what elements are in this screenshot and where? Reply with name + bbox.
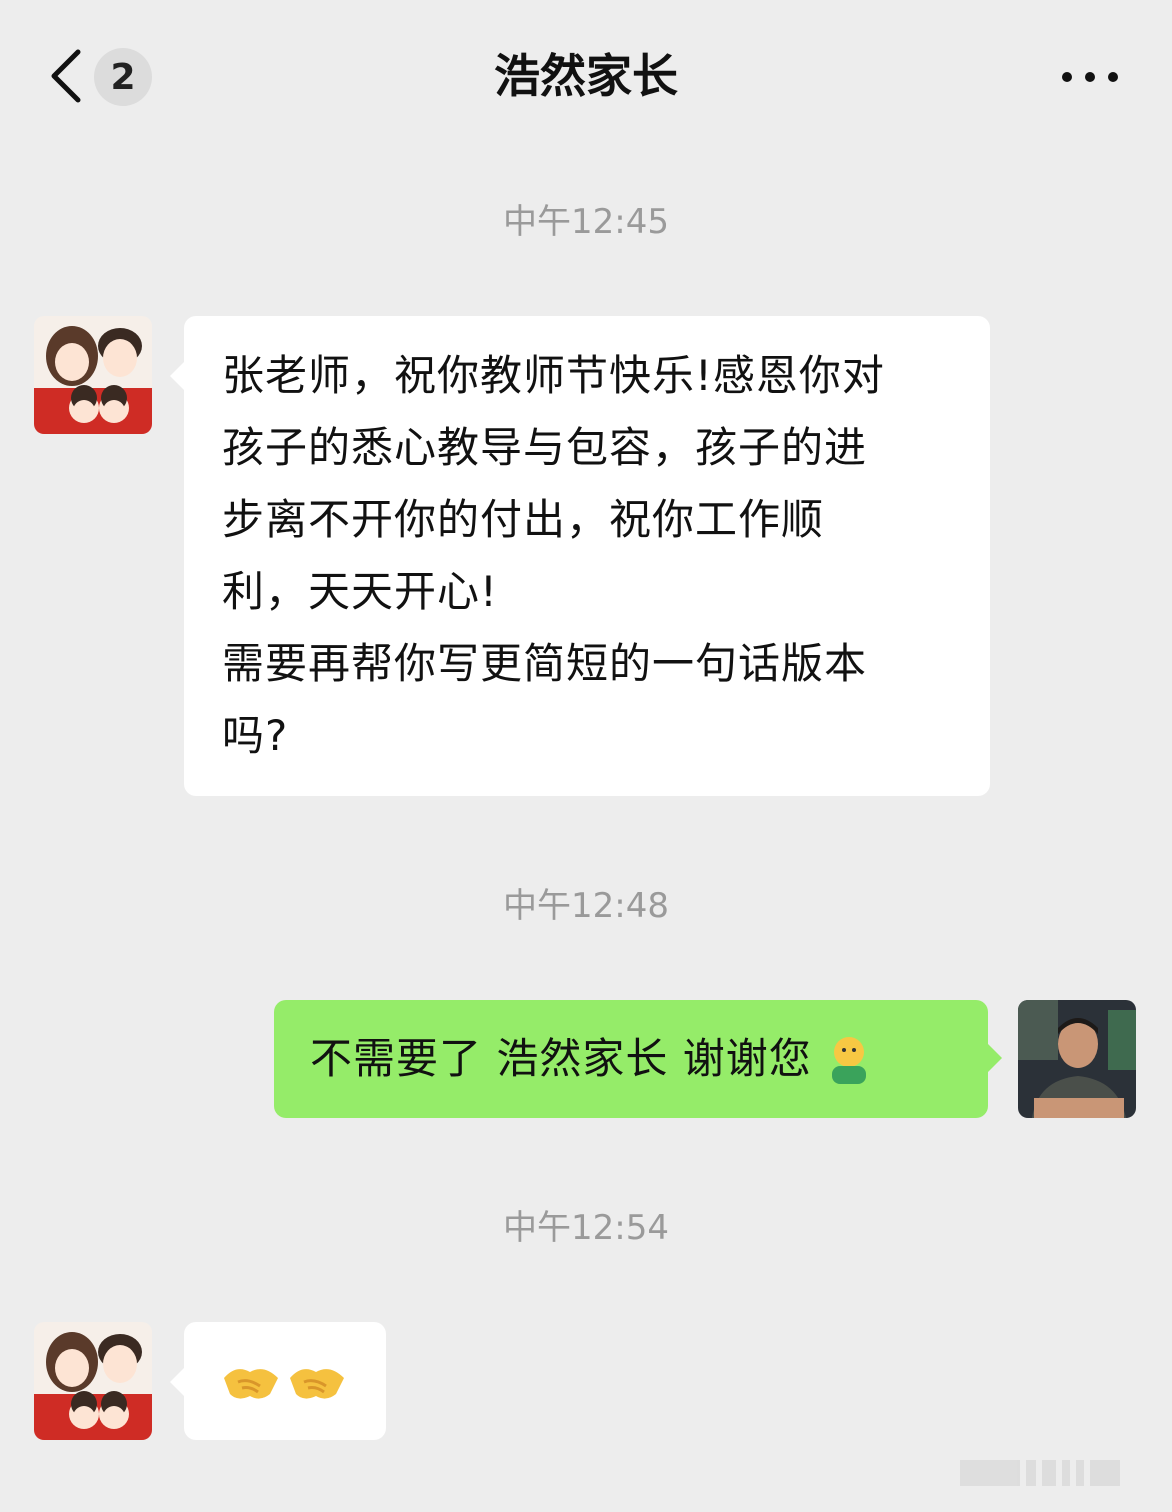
message-timestamp: 中午12:54 xyxy=(503,1208,669,1248)
bubble-tail xyxy=(170,1368,184,1396)
message-timestamp: 中午12:48 xyxy=(503,886,669,926)
more-dots-icon xyxy=(1108,72,1118,82)
handshake-emoji xyxy=(224,1369,278,1399)
bubble-tail xyxy=(170,362,184,390)
message-text: 张老师，祝你教师节快乐!感恩你对 孩子的悉心教导与包容，孩子的进 步离不开你的付… xyxy=(222,351,885,760)
incoming-message-bubble[interactable] xyxy=(170,1322,386,1440)
more-options-button[interactable] xyxy=(1052,54,1128,100)
more-dots-icon xyxy=(1062,72,1072,82)
outgoing-message-bubble[interactable]: 不需要了 浩然家长 谢谢您 xyxy=(274,1000,1002,1118)
watermark xyxy=(960,1450,1150,1496)
person-emoji xyxy=(831,1037,866,1084)
contact-avatar[interactable] xyxy=(34,1322,152,1440)
chat-header: 2 浩然家长 xyxy=(0,0,1172,150)
bubble-tail xyxy=(988,1044,1002,1072)
message-text: 不需要了 浩然家长 谢谢您 xyxy=(310,1034,812,1083)
more-dots-icon xyxy=(1085,72,1095,82)
contact-avatar[interactable] xyxy=(34,316,152,434)
handshake-emoji xyxy=(290,1369,344,1399)
self-avatar[interactable] xyxy=(1018,1000,1136,1118)
chat-title: 浩然家长 xyxy=(494,49,678,103)
message-timestamp: 中午12:45 xyxy=(503,202,669,242)
incoming-message-bubble[interactable]: 张老师，祝你教师节快乐!感恩你对 孩子的悉心教导与包容，孩子的进 步离不开你的付… xyxy=(170,316,990,796)
